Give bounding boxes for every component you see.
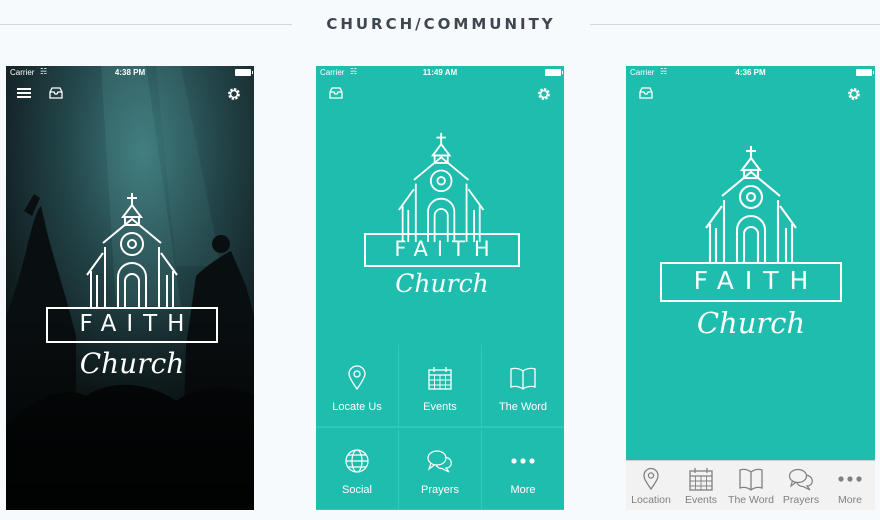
logo-word: FAITH [660, 262, 842, 302]
phone-screen-tabbar: Carrier ☵ 4:36 PM FAITH Church Location … [626, 66, 875, 510]
tab-location[interactable]: Location [626, 461, 676, 510]
status-time: 4:38 PM [114, 68, 146, 77]
phone-screen-grid: Carrier ☵ 11:49 AM FAITH Church Locate U… [316, 66, 564, 510]
tile-label: Social [342, 484, 372, 496]
calendar-icon [689, 468, 713, 491]
settings-gear-icon[interactable] [536, 86, 556, 102]
bottom-tab-bar: Location Events The Word Prayers More [626, 460, 875, 510]
tile-label: Events [423, 401, 457, 413]
tile-prayers[interactable]: Prayers [399, 428, 481, 509]
tile-label: Locate Us [332, 401, 382, 413]
inbox-icon[interactable] [328, 86, 348, 102]
status-bar: Carrier ☵ 4:38 PM [6, 66, 254, 80]
status-bar: Carrier ☵ 4:36 PM [626, 66, 875, 80]
globe-icon [345, 449, 369, 473]
chat-bubbles-icon [788, 468, 813, 491]
battery-icon [545, 69, 563, 76]
location-pin-icon [643, 467, 659, 491]
faith-church-logo: FAITH Church [660, 144, 842, 344]
church-building-icon [398, 132, 485, 242]
settings-gear-icon[interactable] [846, 86, 866, 102]
header-rule-left [0, 24, 292, 25]
more-dots-icon [511, 458, 535, 464]
calendar-icon [428, 367, 452, 390]
tab-events[interactable]: Events [676, 461, 726, 510]
chat-bubbles-icon [427, 450, 452, 473]
faith-church-logo: FAITH Church [362, 131, 522, 311]
tile-label: Prayers [421, 484, 459, 496]
tile-social[interactable]: Social [316, 428, 398, 509]
logo-word: FAITH [364, 233, 520, 267]
header-rule-right [590, 24, 880, 25]
inbox-icon[interactable] [48, 86, 68, 102]
tab-prayers[interactable]: Prayers [776, 461, 826, 510]
battery-icon [235, 69, 253, 76]
more-dots-icon [838, 476, 862, 482]
open-book-icon [510, 367, 536, 390]
logo-script: Church [696, 306, 806, 340]
menu-icon[interactable] [16, 86, 36, 102]
battery-icon [856, 69, 874, 76]
tab-label: More [838, 494, 862, 506]
church-building-icon [705, 146, 797, 262]
settings-gear-icon[interactable] [226, 86, 246, 102]
tile-locate-us[interactable]: Locate Us [316, 345, 398, 426]
tile-more[interactable]: More [482, 428, 564, 509]
status-bar: Carrier ☵ 11:49 AM [316, 66, 564, 80]
phone-screen-splash: Carrier ☵ 4:38 PM FAITH Church [6, 66, 254, 510]
status-time: 11:49 AM [422, 68, 458, 77]
location-pin-icon [348, 365, 366, 391]
faith-church-logo: FAITH Church [44, 191, 220, 391]
tile-the-word[interactable]: The Word [482, 345, 564, 426]
feature-grid: Locate Us Events The Word Social Prayers… [316, 345, 564, 510]
inbox-icon[interactable] [638, 86, 658, 102]
tab-the-word[interactable]: The Word [726, 461, 776, 510]
page-title: CHURCH/COMMUNITY [326, 15, 556, 33]
tile-label: The Word [498, 401, 548, 413]
open-book-icon [739, 468, 763, 491]
church-building-icon [86, 193, 178, 309]
tile-events[interactable]: Events [399, 345, 481, 426]
logo-word: FAITH [46, 307, 218, 343]
status-time: 4:36 PM [735, 68, 766, 77]
tile-label: More [510, 484, 536, 496]
tab-more[interactable]: More [825, 461, 875, 510]
logo-script: Church [395, 269, 489, 298]
section-header: CHURCH/COMMUNITY [0, 0, 880, 50]
logo-script: Church [79, 347, 185, 380]
